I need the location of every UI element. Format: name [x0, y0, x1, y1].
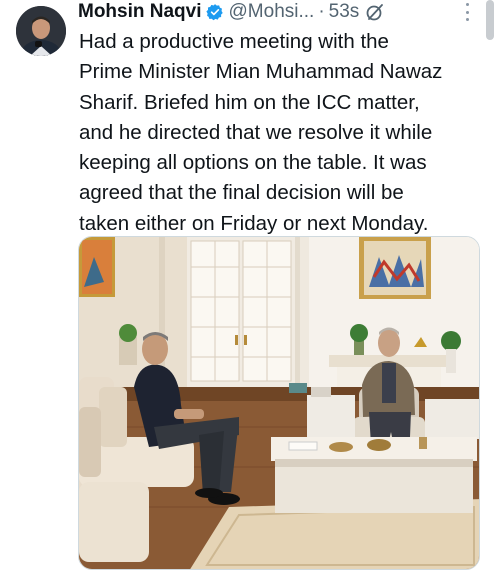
- meeting-photo: [79, 237, 479, 569]
- tweet-header: Mohsin Naqvi @Mohsi... · 53s: [78, 0, 385, 24]
- verified-badge-icon: [205, 3, 224, 21]
- more-options-icon[interactable]: [463, 3, 471, 21]
- author-handle[interactable]: @Mohsi...: [229, 1, 315, 23]
- separator-dot: ·: [318, 1, 325, 22]
- grok-icon[interactable]: [365, 2, 385, 22]
- avatar-photo: [16, 6, 66, 56]
- tweet-photo[interactable]: [78, 236, 480, 570]
- tweet-text: Had a productive meeting with the Prime …: [79, 30, 443, 235]
- author-avatar[interactable]: [16, 6, 66, 56]
- author-name[interactable]: Mohsin Naqvi: [78, 1, 202, 23]
- tweet-timestamp[interactable]: 53s: [329, 1, 360, 23]
